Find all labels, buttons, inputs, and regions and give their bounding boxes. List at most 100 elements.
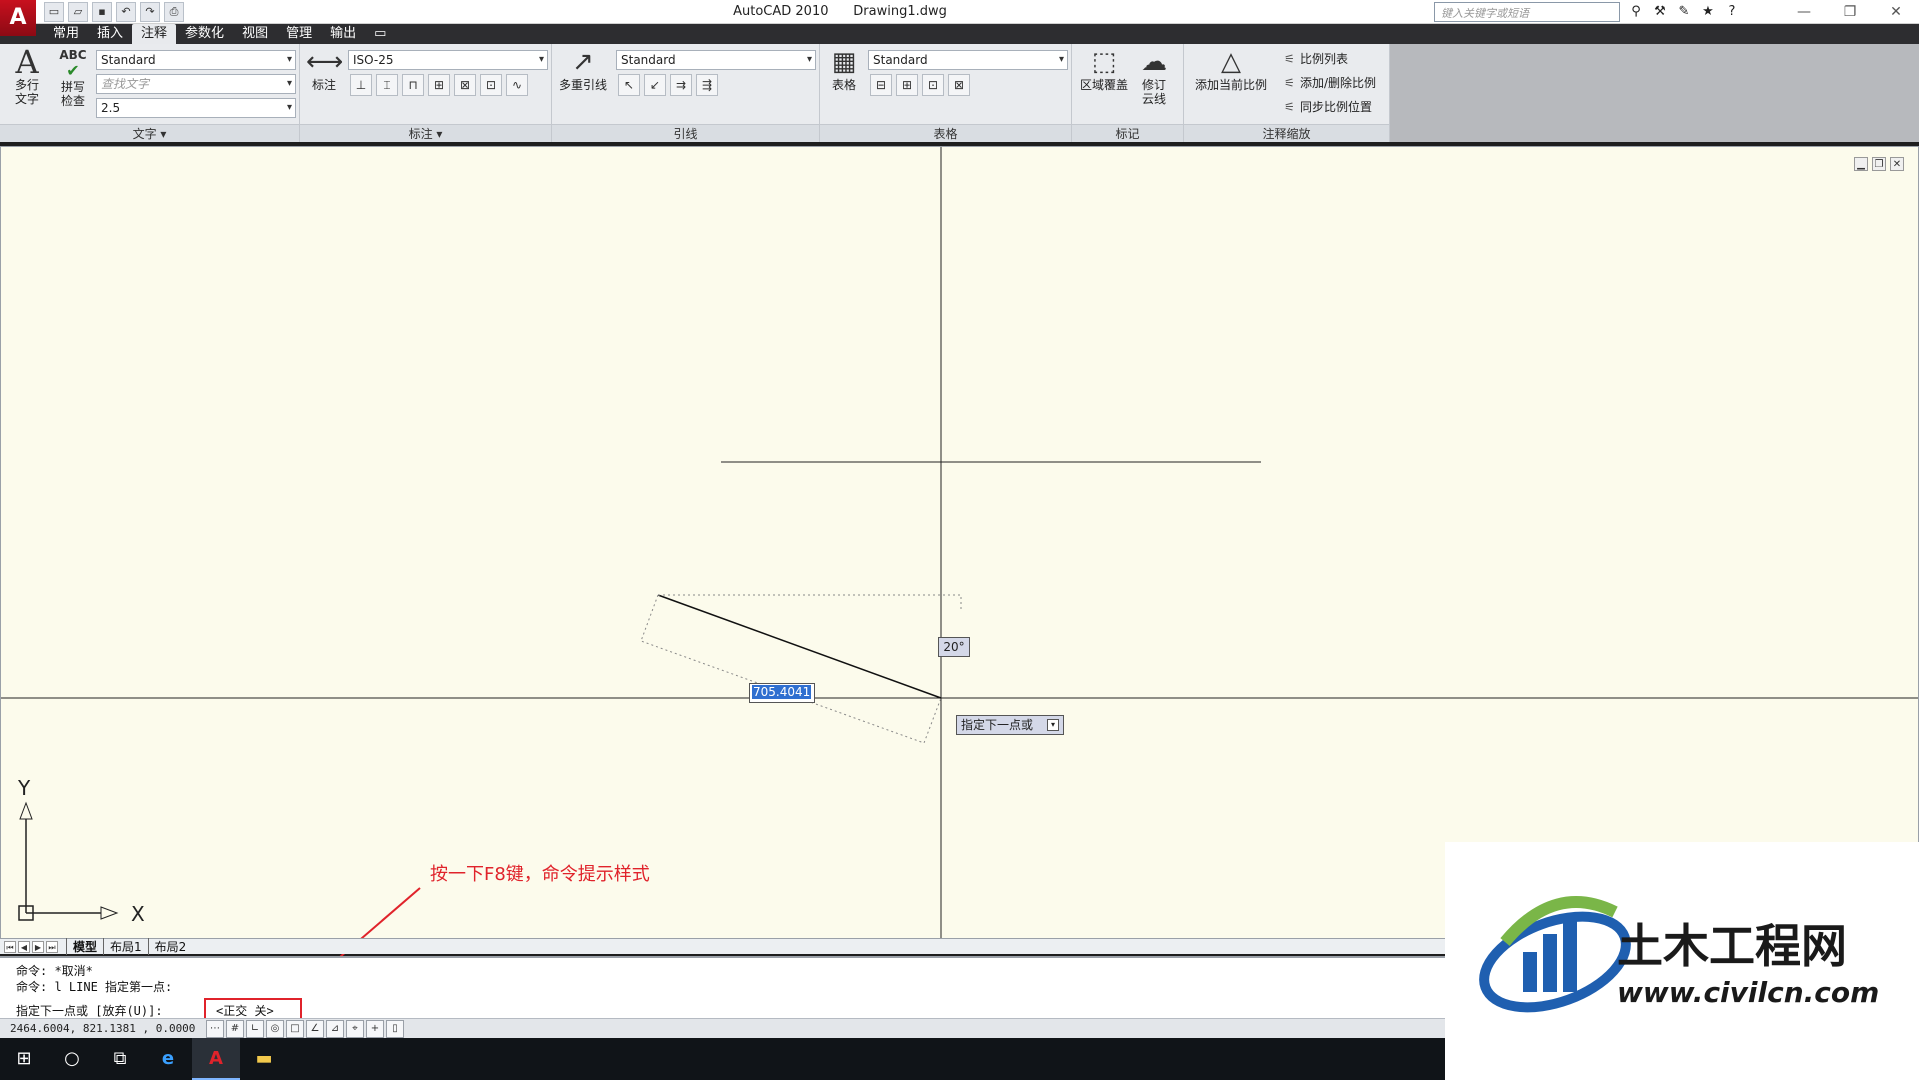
dimension-panel-title[interactable]: 标注 ▾ [300, 124, 551, 142]
revcloud-label-2: 云线 [1141, 92, 1166, 106]
spell-check-button[interactable]: ABC ✔ 拼写 检查 [54, 48, 92, 108]
ribbon-tab[interactable]: 视图 [233, 24, 277, 44]
layout-tab[interactable]: 布局1 [103, 938, 148, 955]
next-layout-icon[interactable]: ▶ [32, 940, 44, 953]
print-icon[interactable]: ⎙ [164, 2, 184, 22]
windows-start-icon[interactable]: ⊞ [0, 1038, 48, 1080]
dimension-button[interactable]: ⟷ 标注 [306, 48, 343, 92]
dim-break-icon[interactable]: ⌶ [376, 74, 398, 96]
text-panel-title[interactable]: 文字 ▾ [0, 124, 299, 142]
scale-list-button[interactable]: ⚟ 比例列表 [1284, 50, 1348, 67]
drawing-svg[interactable]: Y X [1, 147, 1918, 939]
subscription-icon[interactable]: ⚒ [1650, 2, 1670, 22]
add-leader-icon[interactable]: ↖ [618, 74, 640, 96]
prev-layout-icon[interactable]: ◀ [18, 940, 30, 953]
remove-leader-icon[interactable]: ↙ [644, 74, 666, 96]
layout-tab-list: 模型 布局1 布局2 [66, 938, 192, 955]
ribbon-tab[interactable]: 输出 [321, 24, 365, 44]
binoculars-icon[interactable]: ⚲ [1626, 2, 1646, 22]
redo-icon[interactable]: ↷ [140, 2, 160, 22]
first-layout-icon[interactable]: ⏮ [4, 940, 16, 953]
table-style-select[interactable]: Standard [868, 50, 1068, 70]
drawing-canvas[interactable]: Y X 705.4041 20° 指定下一点或 ▾ ▁ ❐ ✕ [0, 146, 1919, 942]
ribbon-tab[interactable]: 管理 [277, 24, 321, 44]
wipeout-button[interactable]: ⬚ 区域覆盖 [1078, 48, 1130, 92]
dim-inspect-icon[interactable]: ⊠ [454, 74, 476, 96]
viewport-restore-icon[interactable]: ❐ [1872, 157, 1886, 171]
help-search-input[interactable]: 键入关键字或短语 [1434, 2, 1620, 22]
find-text-input[interactable]: 查找文字 [96, 74, 296, 94]
qp-icon[interactable]: ▯ [386, 1020, 404, 1038]
task-view-icon[interactable]: ⧉ [96, 1038, 144, 1080]
ortho-icon[interactable]: ∟ [246, 1020, 264, 1038]
markup-panel-title[interactable]: 标记 [1072, 124, 1183, 142]
new-file-icon[interactable]: ▭ [44, 2, 64, 22]
options-arrow-icon[interactable]: ▾ [1047, 719, 1059, 731]
annotation-scaling-panel-title[interactable]: 注释缩放 [1184, 124, 1389, 142]
open-file-icon[interactable]: ▱ [68, 2, 88, 22]
dim-continue-icon[interactable]: ⊞ [428, 74, 450, 96]
sync-scale-positions-button[interactable]: ⚟ 同步比例位置 [1284, 98, 1372, 115]
multileader-button[interactable]: ↗ 多重引线 [558, 48, 608, 92]
download-data-icon[interactable]: ⊡ [922, 74, 944, 96]
snap-icon[interactable]: ⋯ [206, 1020, 224, 1038]
save-icon[interactable]: ▪ [92, 2, 112, 22]
layout-tab[interactable]: 模型 [66, 938, 103, 955]
cursor-coordinates[interactable]: 2464.6004, 821.1381 , 0.0000 [10, 1022, 195, 1035]
extract-data-icon[interactable]: ⊟ [870, 74, 892, 96]
mtext-button[interactable]: A 多行 文字 [8, 46, 46, 106]
otrack-icon[interactable]: ∠ [306, 1020, 324, 1038]
dynamic-length-input[interactable]: 705.4041 [749, 683, 815, 703]
dim-style-select[interactable]: ISO-25 [348, 50, 548, 70]
text-style-select[interactable]: Standard [96, 50, 296, 70]
edge-browser-icon[interactable]: e [144, 1038, 192, 1080]
polar-icon[interactable]: ◎ [266, 1020, 284, 1038]
title-bar: ▭ ▱ ▪ ↶ ↷ ⎙ AutoCAD 2010 Drawing1.dwg 键入… [0, 0, 1919, 24]
dim-update-icon[interactable]: ⊡ [480, 74, 502, 96]
last-layout-icon[interactable]: ⏭ [46, 940, 58, 953]
leader-panel-title[interactable]: 引线 [552, 124, 819, 142]
text-height-select[interactable]: 2.5 [96, 98, 296, 118]
layout-tab[interactable]: 布局2 [147, 938, 193, 955]
add-current-scale-button[interactable]: △ 添加当前比例 [1188, 48, 1274, 92]
revcloud-button[interactable]: ☁ 修订 云线 [1134, 48, 1174, 106]
viewport-minimize-icon[interactable]: ▁ [1854, 157, 1868, 171]
add-delete-scales-button[interactable]: ⚟ 添加/删除比例 [1284, 74, 1376, 91]
favorites-star-icon[interactable]: ★ [1698, 2, 1718, 22]
dim-linear-icon[interactable]: ⊥ [350, 74, 372, 96]
table-panel-title[interactable]: 表格 [820, 124, 1071, 142]
revcloud-label-1: 修订 [1141, 78, 1166, 92]
communication-icon[interactable]: ✎ [1674, 2, 1694, 22]
dim-space-icon[interactable]: ⊓ [402, 74, 424, 96]
cortana-search-icon[interactable]: ○ [48, 1038, 96, 1080]
command-line[interactable]: 命令: *取消* 命令: l LINE 指定第一点: 指定下一点或 [放弃(U)… [0, 956, 1445, 1020]
dim-jog-icon[interactable]: ∿ [506, 74, 528, 96]
help-icon[interactable]: ? [1722, 2, 1742, 22]
osnap-icon[interactable]: □ [286, 1020, 304, 1038]
restore-icon[interactable]: ❐ [1827, 0, 1873, 24]
ribbon-tab[interactable]: 注释 [132, 24, 177, 44]
lineweight-icon[interactable]: + [366, 1020, 384, 1038]
undo-icon[interactable]: ↶ [116, 2, 136, 22]
ribbon-minimize-icon[interactable]: ▭ [365, 24, 395, 44]
file-explorer-icon[interactable]: ▬ [240, 1038, 288, 1080]
autocad-taskbar-icon[interactable]: A [192, 1038, 240, 1080]
grid-icon[interactable]: # [226, 1020, 244, 1038]
wipeout-label: 区域覆盖 [1079, 78, 1128, 92]
ribbon-tab[interactable]: 插入 [88, 24, 132, 44]
viewport-close-icon[interactable]: ✕ [1890, 157, 1904, 171]
close-icon[interactable]: ✕ [1873, 0, 1919, 24]
autocad-logo[interactable]: A [0, 0, 36, 36]
align-leader-icon[interactable]: ⇉ [670, 74, 692, 96]
collect-leader-icon[interactable]: ⇶ [696, 74, 718, 96]
ribbon-tab[interactable]: 参数化 [176, 24, 233, 44]
link-data-icon[interactable]: ⊞ [896, 74, 918, 96]
ribbon-tab[interactable]: 常用 [44, 24, 88, 44]
leader-style-select[interactable]: Standard [616, 50, 816, 70]
leader-panel: ↗ 多重引线 Standard ↖ ↙ ⇉ ⇶ 引线 [552, 44, 820, 142]
dyn-icon[interactable]: ⌖ [346, 1020, 364, 1038]
upload-data-icon[interactable]: ⊠ [948, 74, 970, 96]
ducs-icon[interactable]: ⊿ [326, 1020, 344, 1038]
table-button[interactable]: ▦ 表格 [826, 48, 862, 92]
minimize-icon[interactable]: — [1781, 0, 1827, 24]
